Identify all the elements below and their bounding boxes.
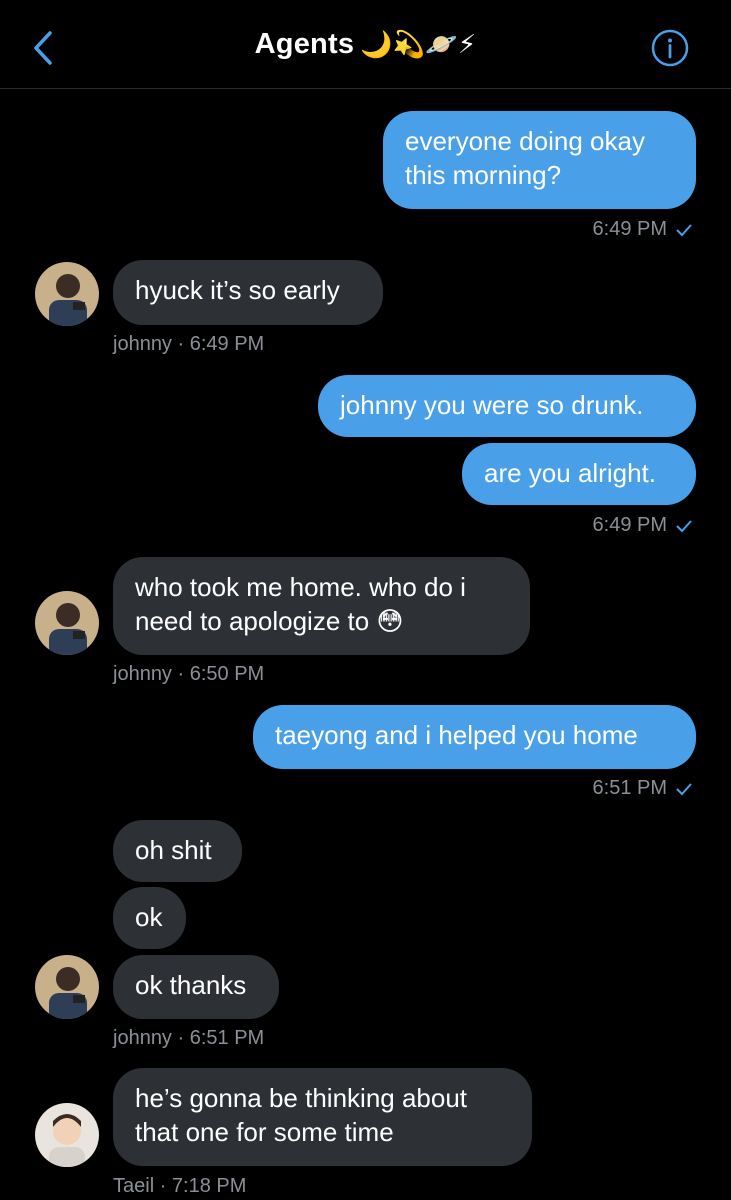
message-sender-time: Taeil · 7:18 PM (113, 1175, 247, 1197)
conversation-title[interactable]: Agents 🌙💫🪐⚡ (0, 28, 731, 61)
conversation-name: Agents (254, 28, 355, 60)
message-sender-time: johnny · 6:50 PM (113, 663, 265, 685)
message-sender-time: johnny · 6:51 PM (113, 1027, 265, 1049)
incoming-message[interactable]: ok (113, 887, 186, 949)
incoming-message[interactable]: oh shit (113, 820, 242, 882)
message-timestamp: 6:51 PM (593, 777, 693, 800)
read-check-icon (676, 224, 692, 237)
incoming-message[interactable]: who took me home. who do i need to apolo… (113, 557, 530, 655)
outgoing-message[interactable]: everyone doing okay this morning? (383, 111, 696, 209)
message-sender-time: johnny · 6:49 PM (113, 333, 265, 355)
avatar[interactable] (35, 955, 99, 1019)
outgoing-message[interactable]: taeyong and i helped you home (253, 705, 696, 769)
message-timestamp: 6:49 PM (593, 514, 693, 537)
info-icon[interactable] (651, 29, 689, 67)
outgoing-message[interactable]: are you alright. (462, 443, 696, 505)
avatar[interactable] (35, 1103, 99, 1167)
outgoing-message[interactable]: johnny you were so drunk. (318, 375, 696, 437)
incoming-message[interactable]: he’s gonna be thinking about that one fo… (113, 1068, 532, 1166)
incoming-message[interactable]: ok thanks (113, 955, 279, 1019)
message-timestamp: 6:49 PM (593, 218, 693, 241)
chat-header: Agents 🌙💫🪐⚡ (0, 0, 731, 89)
read-check-icon (676, 520, 692, 533)
incoming-message[interactable]: hyuck it’s so early (113, 260, 383, 325)
avatar[interactable] (35, 591, 99, 655)
avatar[interactable] (35, 262, 99, 326)
read-check-icon (676, 783, 692, 796)
title-emoji: 🌙💫🪐⚡ (360, 30, 477, 60)
